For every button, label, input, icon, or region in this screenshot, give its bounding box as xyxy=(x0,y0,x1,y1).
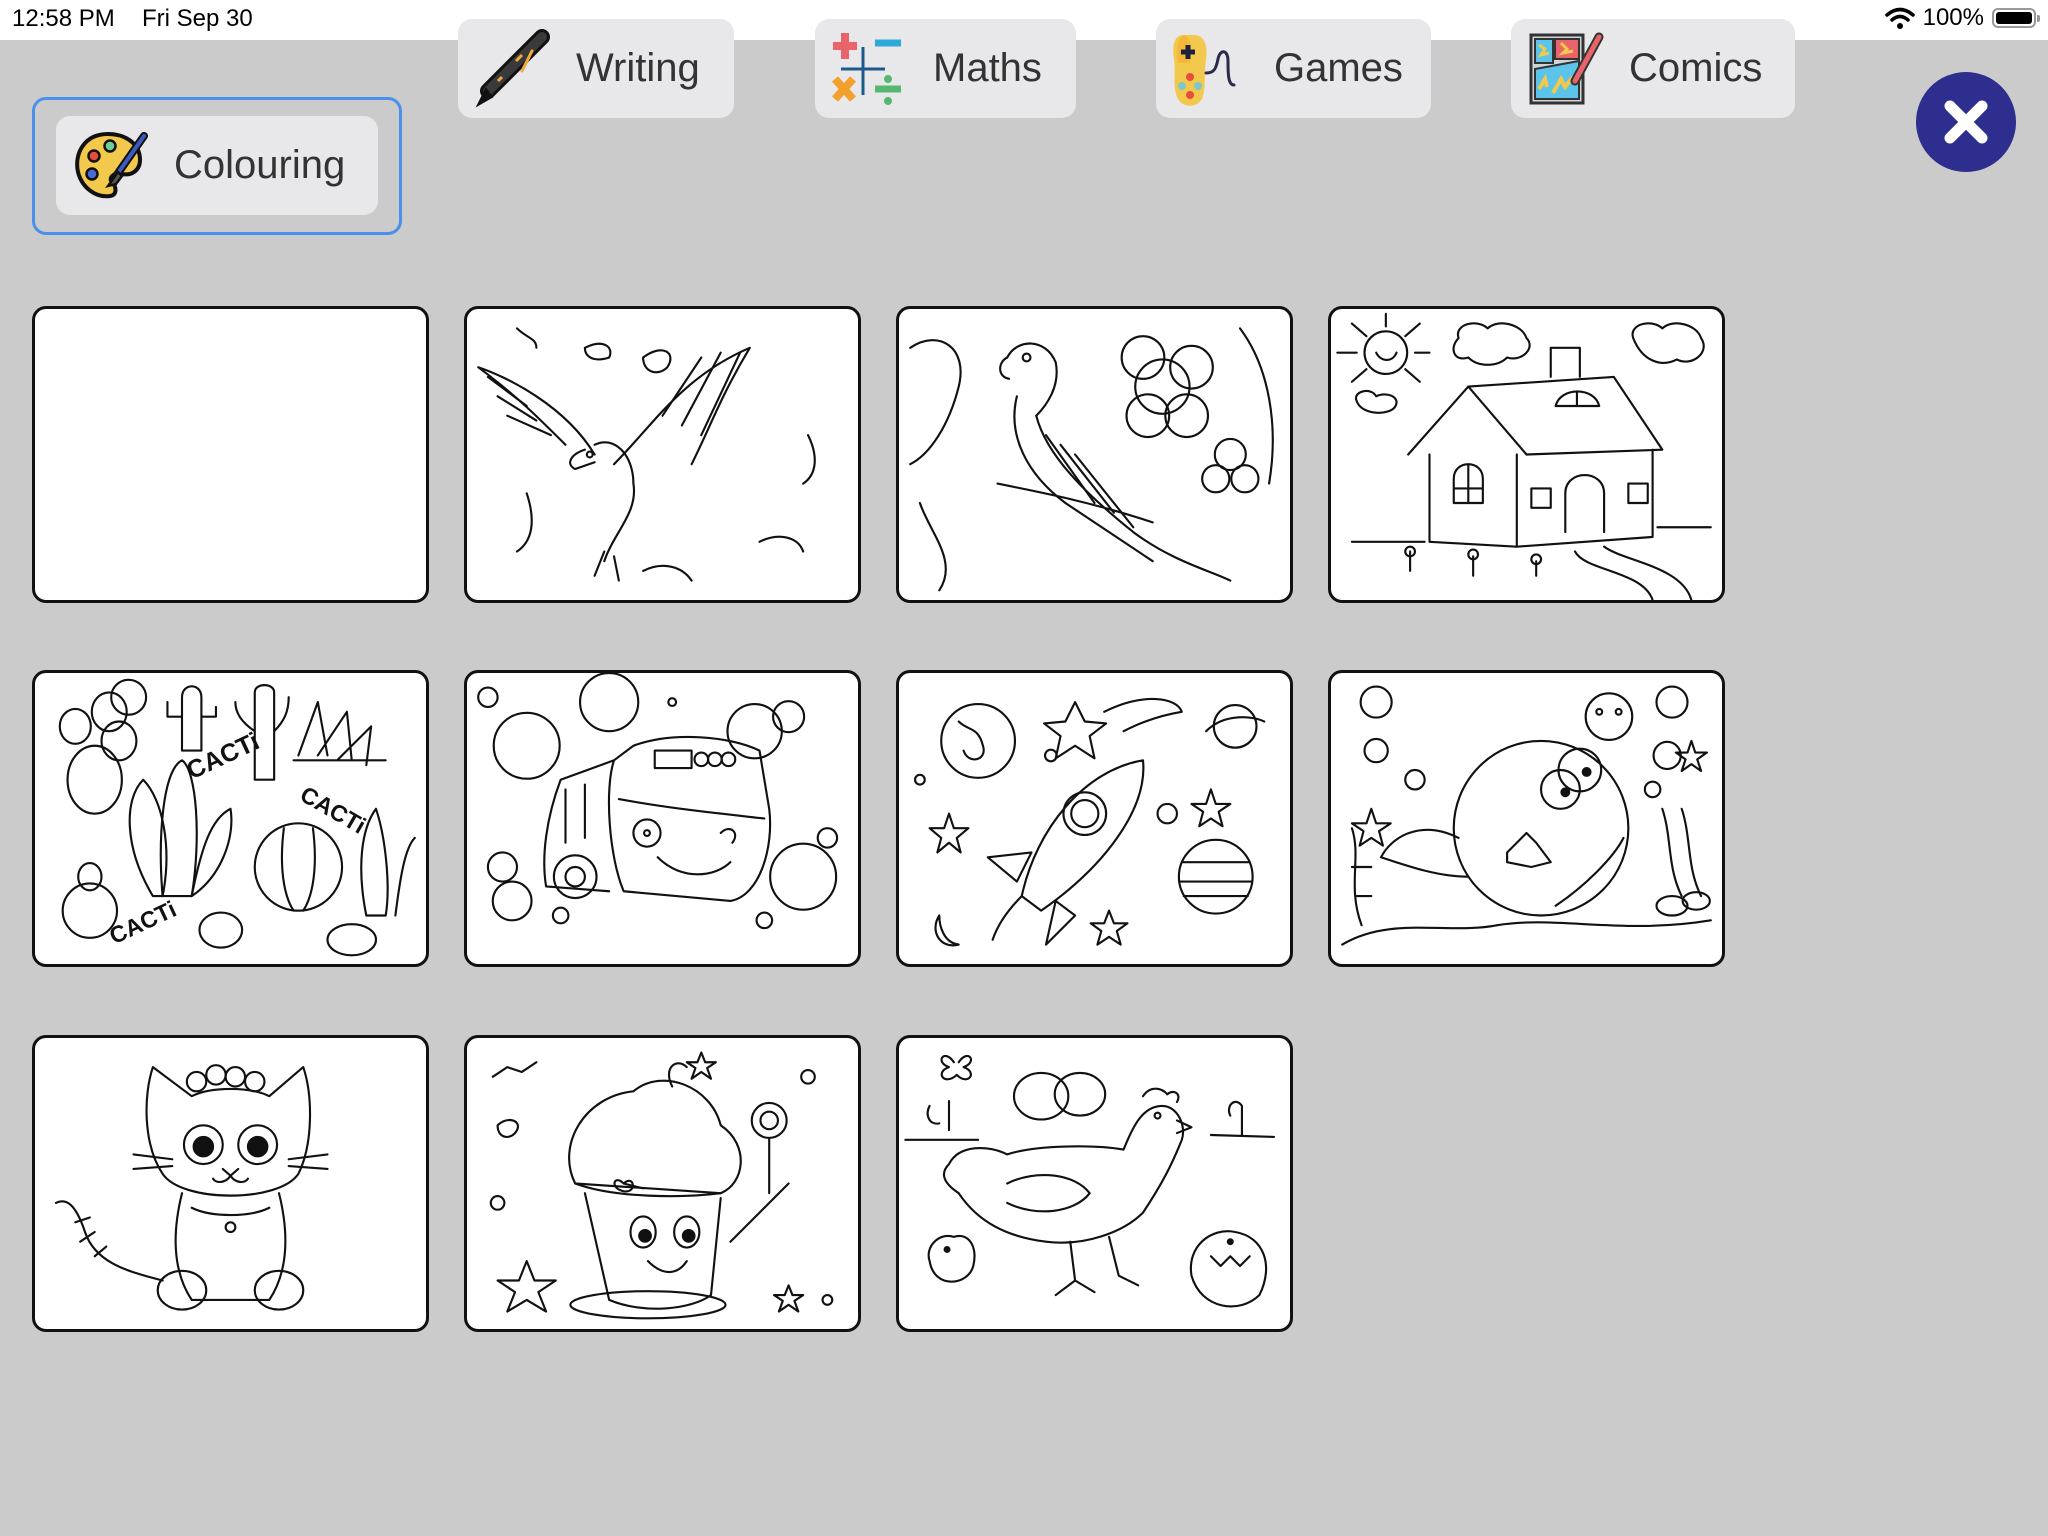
kitten-drawing xyxy=(54,1064,329,1311)
pufferfish-drawing xyxy=(1341,685,1712,946)
tab-label: Comics xyxy=(1629,46,1763,90)
colouring-page-pufferfish[interactable] xyxy=(1328,670,1725,967)
colouring-page-kitten[interactable] xyxy=(32,1035,429,1332)
svg-text:CACTi: CACTi xyxy=(296,781,370,839)
colouring-page-blank[interactable] xyxy=(32,306,429,603)
wifi-icon xyxy=(1884,7,1915,29)
bus-drawing: 120 xyxy=(477,673,839,930)
close-icon xyxy=(1944,100,1988,144)
tab-label: Writing xyxy=(576,46,700,90)
house-drawing xyxy=(1336,312,1712,600)
svg-text:CACTi: CACTi xyxy=(182,727,263,785)
tab-label: Games xyxy=(1274,46,1403,90)
eagle-drawing xyxy=(477,327,816,582)
tab-comics[interactable]: Comics xyxy=(1511,19,1795,118)
gamepad-icon xyxy=(1173,34,1236,106)
close-button[interactable] xyxy=(1916,72,2016,172)
colouring-page-parrot[interactable] xyxy=(896,306,1293,603)
tab-label: Colouring xyxy=(174,143,346,187)
cacti-drawing: CACTi CACTi CACTi xyxy=(58,678,416,957)
tab-games[interactable]: Games xyxy=(1156,19,1431,118)
tab-maths[interactable]: Maths xyxy=(815,19,1076,118)
colouring-page-cacti[interactable]: CACTi CACTi CACTi xyxy=(32,670,429,967)
tab-writing[interactable]: Writing xyxy=(458,19,734,118)
tab-label: Maths xyxy=(933,46,1042,90)
colouring-page-rocket[interactable] xyxy=(896,670,1293,967)
cupcake-drawing xyxy=(489,1051,834,1320)
colouring-page-house[interactable] xyxy=(1328,306,1725,603)
colouring-page-bus[interactable]: 120 xyxy=(464,670,861,967)
comic-strip-icon xyxy=(1529,32,1604,104)
math-symbols-icon xyxy=(832,32,901,105)
parrot-drawing xyxy=(909,327,1274,592)
tab-colouring[interactable]: Colouring xyxy=(56,116,378,215)
colouring-page-eagle[interactable] xyxy=(464,306,861,603)
status-date: Fri Sep 30 xyxy=(142,5,253,32)
svg-text:120: 120 xyxy=(660,753,684,769)
battery-full-icon xyxy=(1992,8,2040,28)
colouring-page-hen[interactable] xyxy=(896,1035,1293,1332)
battery-percent: 100% xyxy=(1922,4,1984,31)
status-time: 12:58 PM xyxy=(12,5,115,32)
colouring-page-cupcake[interactable] xyxy=(464,1035,861,1332)
rocket-drawing xyxy=(913,698,1266,947)
hen-drawing xyxy=(904,1055,1276,1308)
fountain-pen-icon xyxy=(475,28,550,108)
paint-palette-icon xyxy=(75,131,148,198)
status-indicators: 100% xyxy=(1884,4,2040,32)
